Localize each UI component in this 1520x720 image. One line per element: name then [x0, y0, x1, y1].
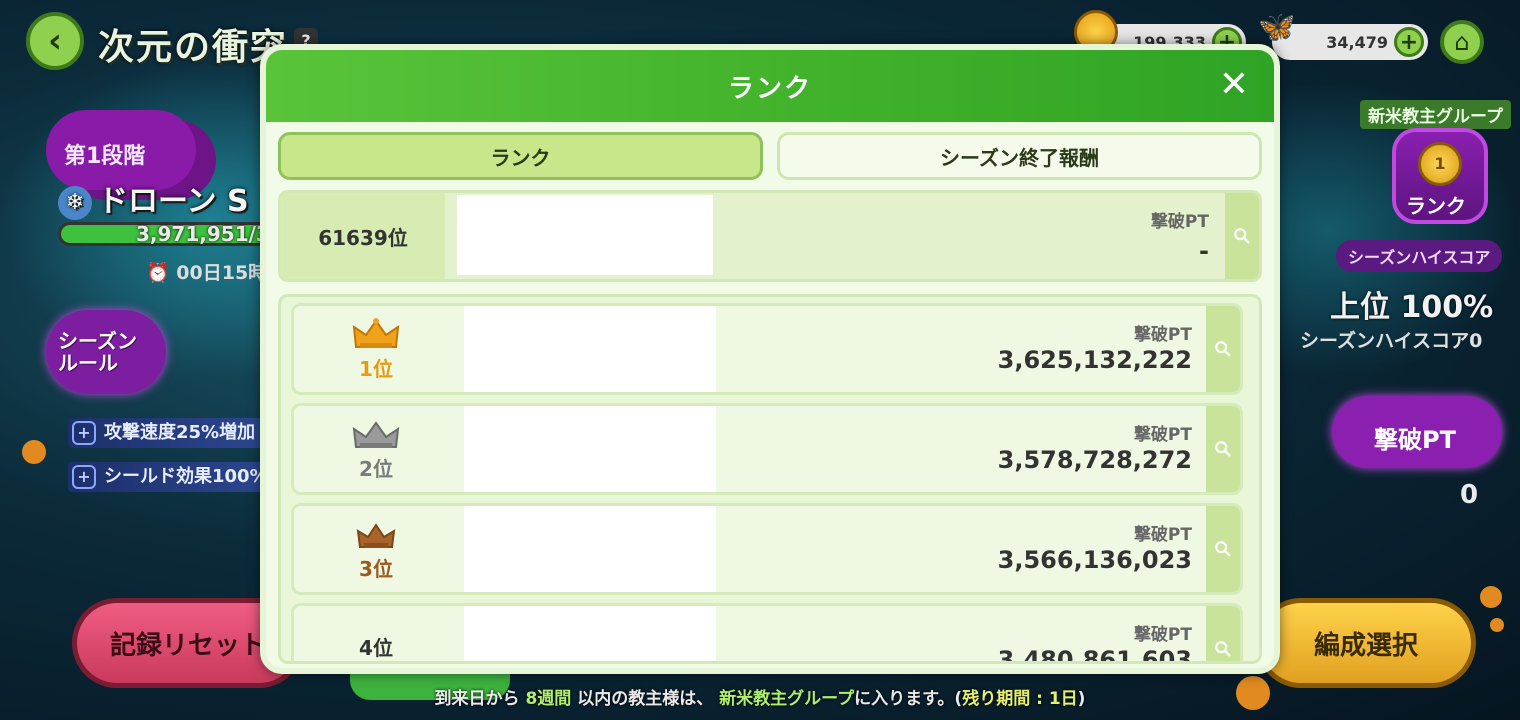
search-icon[interactable]: [1206, 306, 1240, 392]
medal-icon: 1: [1418, 142, 1462, 186]
bronze-crown-icon: [350, 517, 402, 551]
my-rank-row: 61639位 撃破PT -: [278, 190, 1262, 282]
score-label: 撃破PT: [1133, 525, 1192, 545]
season-rule-label: シーズン ルール: [58, 329, 137, 375]
ranking-row-4: 4位 撃破PT 3,480,861,603: [291, 603, 1243, 664]
gold-crown-icon: [350, 317, 402, 351]
player-name-redacted: [464, 506, 716, 592]
score-value: 3,625,132,222: [997, 346, 1192, 374]
tab-rank[interactable]: ランク: [278, 132, 763, 180]
add-butterfly-button[interactable]: +: [1394, 27, 1424, 57]
ranking-modal: ランク ✕ ランク シーズン終了報酬 61639位 撃破PT - 1位 撃破PT…: [260, 44, 1280, 674]
highscore-rank: 上位 100%: [1330, 290, 1494, 325]
decoration-orb: [22, 440, 46, 464]
highscore-tag: シーズンハイスコア: [1336, 240, 1503, 272]
rank-number: 4位: [359, 636, 393, 660]
ranking-row-3: 3位 撃破PT 3,566,136,023: [291, 503, 1243, 595]
buff-shield: + シールド効果100%: [68, 462, 278, 492]
rank-cell: 3位: [294, 506, 458, 592]
pt-value: 0: [1460, 480, 1479, 510]
score-label: 撃破PT: [1133, 325, 1192, 345]
search-icon[interactable]: [1206, 406, 1240, 492]
butterfly-icon: 🦋: [1258, 10, 1296, 45]
search-icon[interactable]: [1206, 506, 1240, 592]
search-icon[interactable]: [1206, 606, 1240, 661]
home-button[interactable]: ⌂: [1440, 20, 1484, 64]
decoration-orb: [1480, 586, 1502, 608]
score-value: 3,566,136,023: [997, 546, 1192, 574]
my-rank: 61639位: [281, 193, 445, 279]
chevron-left-icon: ‹: [47, 21, 62, 61]
formation-select-button[interactable]: 編成選択: [1256, 598, 1476, 688]
silver-crown-icon: [350, 417, 402, 451]
buff-label: シールド効果100%: [104, 466, 268, 487]
butterfly-currency: 34,479 +: [1272, 24, 1428, 60]
decoration-orb: [1490, 618, 1504, 632]
rank-number: 1位: [359, 356, 393, 381]
score-label: 撃破PT: [1133, 625, 1192, 645]
butterfly-amount: 34,479: [1326, 32, 1388, 52]
boss-name-text: ドローン S: [98, 184, 249, 219]
player-name-redacted: [464, 406, 716, 492]
buff-attack-speed: + 攻撃速度25%増加: [68, 418, 266, 448]
ranking-row-1: 1位 撃破PT 3,625,132,222: [291, 303, 1243, 395]
alarm-clock-icon: ⏰: [146, 262, 177, 284]
search-icon[interactable]: [1225, 193, 1259, 279]
my-name-redacted: [457, 195, 713, 275]
home-icon: ⌂: [1454, 28, 1470, 56]
tab-season-rewards[interactable]: シーズン終了報酬: [777, 132, 1262, 180]
modal-header: ランク ✕: [266, 50, 1274, 122]
close-icon[interactable]: ✕: [1216, 67, 1252, 104]
buff-label: 攻撃速度25%増加: [104, 422, 256, 443]
buff-plus-icon: +: [72, 421, 96, 445]
score-label: 撃破PT: [1133, 425, 1192, 445]
group-label: 新米教主グループ: [1360, 100, 1511, 129]
modal-title: ランク: [727, 73, 812, 104]
score-value: 3,578,728,272: [997, 446, 1192, 474]
snowflake-icon: ❄: [58, 185, 92, 220]
stage-timer: ⏰ 00日15時: [146, 262, 268, 284]
rank-cell: 2位: [294, 406, 458, 492]
score-value: 3,480,861,603: [997, 646, 1192, 664]
rank-number: 2位: [359, 456, 393, 481]
ranking-list[interactable]: 1位 撃破PT 3,625,132,222 2位 撃破PT 3,578,728,…: [278, 294, 1262, 664]
rank-cell: 1位: [294, 306, 458, 392]
rank-number: 3位: [359, 556, 393, 581]
score-value: -: [1199, 237, 1209, 265]
player-name-redacted: [464, 606, 716, 661]
modal-tabs: ランク シーズン終了報酬: [278, 132, 1262, 180]
boss-name: ❄ ドローン S: [58, 176, 249, 220]
back-button[interactable]: ‹: [26, 12, 84, 70]
pt-label: 撃破PT: [1374, 426, 1456, 454]
ranking-row-2: 2位 撃破PT 3,578,728,272: [291, 403, 1243, 495]
stage-label: 第1段階: [64, 144, 146, 169]
boss-hp-text: 3,971,951/3: [136, 222, 270, 246]
group-info-note: 到来日から 8週間 以内の教主様は、 新米教主グループに入ります。(残り期間 :…: [434, 689, 1086, 709]
player-name-redacted: [464, 306, 716, 392]
rank-cell: 4位: [294, 606, 458, 661]
buff-plus-icon: +: [72, 465, 96, 489]
rank-badge-label: ランク: [1406, 194, 1466, 218]
score-label: 撃破PT: [1150, 212, 1209, 232]
highscore-score: シーズンハイスコア0: [1300, 330, 1483, 352]
